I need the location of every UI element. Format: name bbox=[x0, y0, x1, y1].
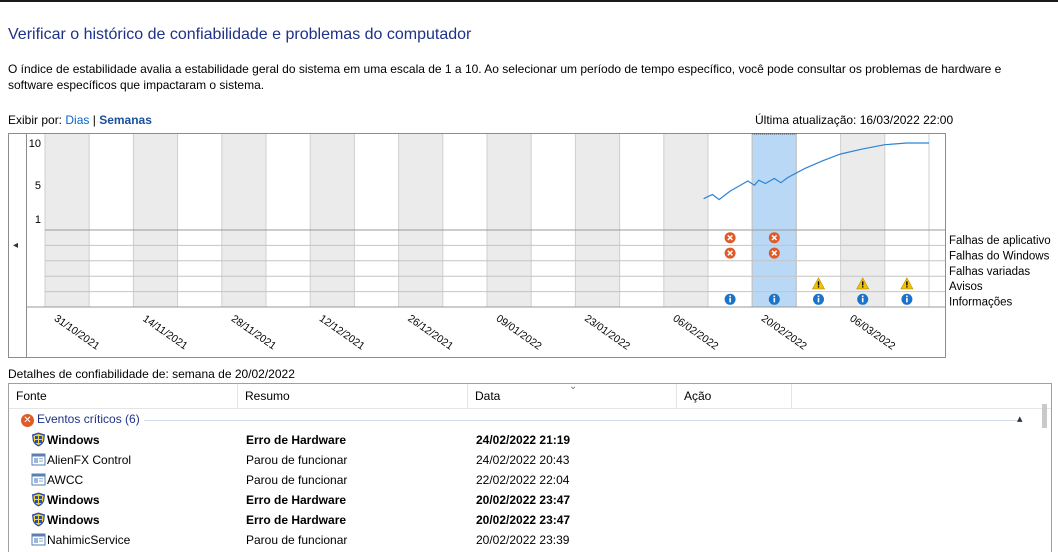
chart-column[interactable] bbox=[531, 134, 576, 307]
view-by-label: Exibir por: bbox=[8, 113, 63, 127]
column-header-summary[interactable]: Resumo bbox=[238, 384, 468, 409]
warning-icon-dot bbox=[906, 286, 908, 288]
table-row[interactable]: Windows Erro de Hardware 24/02/2022 21:19 bbox=[9, 430, 1039, 450]
row-source: Windows bbox=[47, 513, 100, 527]
sort-chevron-icon: ⌄ bbox=[569, 381, 578, 392]
event-row-label: Avisos bbox=[949, 281, 983, 293]
event-row-label: Informações bbox=[949, 297, 1013, 309]
warning-icon-mark bbox=[817, 281, 820, 286]
group-label: Eventos críticos (6) bbox=[37, 412, 140, 426]
warning-icon-mark bbox=[906, 281, 908, 286]
window-top-border bbox=[0, 0, 1058, 4]
view-by-days-link[interactable]: Dias bbox=[65, 113, 89, 127]
table-row[interactable]: NahimicService Parou de funcionar 20/02/20… bbox=[9, 530, 1039, 550]
row-date: 20/02/2022 23:39 bbox=[476, 533, 570, 547]
collapse-group-icon[interactable]: ▴ bbox=[1017, 412, 1023, 425]
page-description: O índice de estabilidade avalia a estabi… bbox=[8, 62, 1002, 92]
chart-column[interactable] bbox=[354, 134, 399, 307]
warning-icon-dot bbox=[817, 286, 820, 288]
row-summary: Erro de Hardware bbox=[246, 513, 347, 527]
chart-column[interactable] bbox=[266, 134, 311, 307]
group-divider bbox=[144, 420, 1019, 421]
row-date: 20/02/2022 23:47 bbox=[476, 513, 571, 527]
view-by-weeks-link[interactable]: Semanas bbox=[99, 113, 152, 127]
y-tick-label: 5 bbox=[35, 180, 41, 192]
info-icon-dot bbox=[817, 295, 820, 297]
view-by-selector: Exibir por: Dias | Semanas bbox=[8, 113, 152, 127]
windows-shield-icon bbox=[32, 432, 45, 447]
error-icon: ✕ bbox=[21, 414, 34, 427]
chart-column[interactable] bbox=[619, 134, 664, 307]
column-header-action[interactable]: Ação bbox=[677, 384, 792, 409]
row-source: Windows bbox=[47, 433, 100, 447]
y-tick-label: 10 bbox=[29, 138, 41, 150]
info-icon-dot bbox=[729, 295, 731, 297]
application-icon bbox=[31, 533, 46, 546]
windows-shield-icon bbox=[32, 512, 45, 527]
row-source: AlienFX Control bbox=[47, 453, 132, 467]
table-row[interactable]: Windows Erro de Hardware 20/02/2022 23:47 bbox=[9, 490, 1039, 510]
application-icon bbox=[31, 473, 46, 486]
scroll-left-icon[interactable]: ◂ bbox=[13, 240, 18, 251]
details-table: Fonte Resumo Data Ação ⌄ ✕ Eventos críti… bbox=[8, 381, 1052, 552]
selected-week-column[interactable] bbox=[751, 133, 797, 308]
info-icon-mark bbox=[861, 297, 864, 303]
row-summary: Parou de funcionar bbox=[246, 533, 348, 547]
chart-column[interactable] bbox=[487, 134, 532, 307]
table-header: Fonte Resumo Data Ação ⌄ bbox=[9, 381, 1051, 409]
info-icon-dot bbox=[773, 295, 776, 297]
chart-column[interactable] bbox=[133, 134, 178, 307]
row-date: 22/02/2022 22:04 bbox=[476, 473, 570, 487]
chart-column[interactable] bbox=[89, 134, 134, 307]
table-row[interactable]: AlienFX Control Parou de funcionar 24/02/2… bbox=[9, 450, 1039, 470]
table-row[interactable]: AWCC Parou de funcionar 22/02/2022 22:04 bbox=[9, 470, 1039, 490]
row-summary: Parou de funcionar bbox=[246, 453, 348, 467]
chart-column[interactable] bbox=[442, 134, 487, 307]
warning-icon-mark bbox=[862, 281, 864, 286]
row-source: Windows bbox=[47, 493, 100, 507]
column-header-source[interactable]: Fonte bbox=[9, 384, 238, 409]
row-date: 20/02/2022 23:47 bbox=[476, 493, 571, 507]
chart-column[interactable] bbox=[177, 134, 222, 307]
chart-column[interactable] bbox=[708, 134, 753, 307]
row-date: 24/02/2022 20:43 bbox=[476, 453, 570, 467]
warning-icon-dot bbox=[862, 286, 864, 288]
info-icon-mark bbox=[817, 297, 820, 303]
chart-column[interactable] bbox=[310, 134, 355, 307]
page-title: Verificar o histórico de confiabilidade … bbox=[8, 26, 472, 43]
event-row-label: Falhas do Windows bbox=[949, 250, 1050, 262]
row-date: 24/02/2022 21:19 bbox=[476, 433, 571, 447]
details-heading: Detalhes de confiabilidade de: semana de… bbox=[8, 367, 295, 381]
row-source: NahimicService bbox=[47, 533, 131, 547]
chart-column[interactable] bbox=[45, 134, 90, 307]
row-summary: Parou de funcionar bbox=[246, 473, 348, 487]
info-icon-dot bbox=[906, 295, 908, 297]
last-update-label: Última atualização: 16/03/2022 22:00 bbox=[755, 113, 954, 127]
info-icon-dot bbox=[861, 295, 864, 297]
application-icon bbox=[31, 453, 46, 466]
reliability-chart[interactable]: ◂105131/10/2021 14/11/2021 28/11/2021 12/12… bbox=[8, 133, 1054, 359]
critical-events-group[interactable]: ✕ Eventos críticos (6) ▴ bbox=[9, 409, 1039, 429]
info-icon-mark bbox=[729, 297, 731, 303]
table-row[interactable]: Windows Erro de Hardware 20/02/2022 23:47 bbox=[9, 510, 1039, 530]
row-summary: Erro de Hardware bbox=[246, 493, 347, 507]
chart-column[interactable] bbox=[221, 134, 266, 307]
info-icon-mark bbox=[773, 297, 776, 303]
row-summary: Erro de Hardware bbox=[246, 433, 347, 447]
chart-column[interactable] bbox=[575, 134, 620, 307]
vertical-scrollbar[interactable] bbox=[1042, 404, 1047, 428]
event-row-label: Falhas de aplicativo bbox=[949, 235, 1051, 247]
windows-shield-icon bbox=[32, 492, 45, 507]
chart-column[interactable] bbox=[398, 134, 443, 307]
y-tick-label: 1 bbox=[35, 214, 41, 226]
info-icon-mark bbox=[906, 297, 908, 303]
chart-column[interactable] bbox=[663, 134, 708, 307]
event-row-label: Falhas variadas bbox=[949, 266, 1030, 278]
view-by-separator: | bbox=[92, 113, 96, 127]
row-source: AWCC bbox=[47, 473, 84, 487]
